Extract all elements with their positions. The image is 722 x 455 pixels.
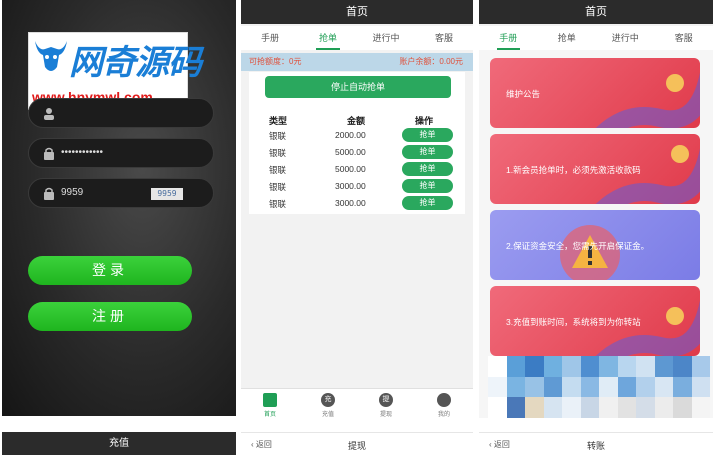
tab-grab[interactable]: 抢单 <box>299 26 357 50</box>
column-header-type: 类型 <box>269 116 288 126</box>
table-row: 银联 3000.00 抢单 <box>249 195 465 211</box>
tab-support[interactable]: 客服 <box>415 26 473 50</box>
page-title: 首页 <box>241 0 473 24</box>
user-icon <box>437 393 451 407</box>
table-row: 银联 3000.00 抢单 <box>249 178 465 194</box>
tab-bar: 手册 抢单 进行中 客服 <box>479 26 713 50</box>
user-icon <box>44 108 54 120</box>
page-title: 首页 <box>479 0 713 24</box>
lock-icon <box>44 147 54 160</box>
recharge-header: 充值 <box>2 432 236 455</box>
transfer-header: ‹ 返回 转账 <box>479 432 713 455</box>
grab-button[interactable]: 抢单 <box>402 196 453 210</box>
row-type: 银联 <box>269 131 287 141</box>
nav-label: 提现 <box>379 412 392 418</box>
tab-manual[interactable]: 手册 <box>479 26 538 50</box>
grab-button[interactable]: 抢单 <box>402 145 453 159</box>
captcha-value: 9959 <box>61 187 84 198</box>
password-value: •••••••••••• <box>61 147 104 158</box>
notice-text: 3.充值到账时间，系统将到为你转站 <box>506 317 641 327</box>
recharge-icon: 充 <box>321 393 335 407</box>
grab-button[interactable]: 抢单 <box>402 179 453 193</box>
nav-label: 我的 <box>437 412 450 418</box>
withdraw-header: ‹ 返回 提现 <box>241 432 473 455</box>
row-type: 银联 <box>269 182 287 192</box>
nav-recharge[interactable]: 充 充值 <box>299 389 357 418</box>
balance-label: 账户余额：0.00元 <box>399 57 463 66</box>
bottom-nav: 首页 充 充值 提 提现 我的 <box>241 388 473 418</box>
notice-card[interactable]: 2.保证资金安全，您需先开启保证金。 <box>490 210 700 280</box>
notice-card[interactable]: 1.新会员抢单时，必须先激活收款码 <box>490 134 700 204</box>
tab-manual[interactable]: 手册 <box>241 26 299 50</box>
table-row: 银联 5000.00 抢单 <box>249 144 465 160</box>
withdraw-icon: 提 <box>379 393 393 407</box>
nav-label: 充值 <box>321 412 334 418</box>
notice-card[interactable]: 3.充值到账时间，系统将到为你转站 <box>490 286 700 356</box>
grab-button[interactable]: 抢单 <box>402 162 453 176</box>
notice-card[interactable]: 维护公告 <box>490 58 700 128</box>
row-amount: 5000.00 <box>335 147 366 157</box>
row-type: 银联 <box>269 165 287 175</box>
grab-order-panel: 首页 手册 抢单 进行中 客服 可抢额度：0元 账户余额：0.00元 停止自动抢… <box>241 0 473 418</box>
row-type: 银联 <box>269 148 287 158</box>
mosaic-redaction <box>488 356 710 418</box>
username-field[interactable] <box>28 98 214 128</box>
tab-support[interactable]: 客服 <box>655 26 714 50</box>
nav-label: 首页 <box>263 412 276 418</box>
watermark-title: 网奇源码 <box>69 43 202 83</box>
password-field[interactable]: •••••••••••• <box>28 138 214 168</box>
nav-profile[interactable]: 我的 <box>415 389 473 418</box>
table-row: 银联 2000.00 抢单 <box>249 127 465 143</box>
column-header-action: 操作 <box>415 116 434 126</box>
captcha-field[interactable]: 9959 9959 <box>28 178 214 208</box>
tab-in-progress[interactable]: 进行中 <box>596 26 655 50</box>
bull-logo-icon <box>35 41 67 71</box>
screenshot-collage: 网奇源码 www.hnymwl.com •••••••••••• 9959 99… <box>0 0 722 455</box>
column-header-amount: 金额 <box>347 116 366 126</box>
lock-icon <box>44 187 54 200</box>
table-row: 银联 5000.00 抢单 <box>249 161 465 177</box>
nav-withdraw[interactable]: 提 提现 <box>357 389 415 418</box>
login-button[interactable]: 登录 <box>28 256 192 285</box>
tab-in-progress[interactable]: 进行中 <box>357 26 415 50</box>
row-amount: 3000.00 <box>335 181 366 191</box>
login-panel: 网奇源码 www.hnymwl.com •••••••••••• 9959 99… <box>2 0 236 416</box>
tab-grab[interactable]: 抢单 <box>538 26 597 50</box>
runner-illustration-icon <box>595 72 700 128</box>
row-amount: 5000.00 <box>335 164 366 174</box>
row-amount: 2000.00 <box>335 130 366 140</box>
notice-text: 1.新会员抢单时，必须先激活收款码 <box>506 165 641 175</box>
limit-label: 可抢额度：0元 <box>249 57 302 66</box>
register-button[interactable]: 注册 <box>28 302 192 331</box>
nav-home[interactable]: 首页 <box>241 389 299 418</box>
row-type: 银联 <box>269 199 287 209</box>
row-amount: 3000.00 <box>335 198 366 208</box>
grab-button[interactable]: 抢单 <box>402 128 453 142</box>
notice-text: 2.保证资金安全，您需先开启保证金。 <box>506 241 650 251</box>
transfer-title: 转账 <box>586 441 605 451</box>
balance-bar: 可抢额度：0元 账户余额：0.00元 <box>241 53 473 71</box>
withdraw-title: 提现 <box>347 441 366 451</box>
tab-bar: 手册 抢单 进行中 客服 <box>241 26 473 50</box>
order-card: 停止自动抢单 类型 金额 操作 银联 2000.00 抢单 银联 5000.00… <box>249 72 465 214</box>
home-icon <box>263 393 277 407</box>
captcha-image[interactable]: 9959 <box>151 188 183 200</box>
stop-auto-grab-button[interactable]: 停止自动抢单 <box>265 76 451 98</box>
notice-text: 维护公告 <box>506 89 541 99</box>
